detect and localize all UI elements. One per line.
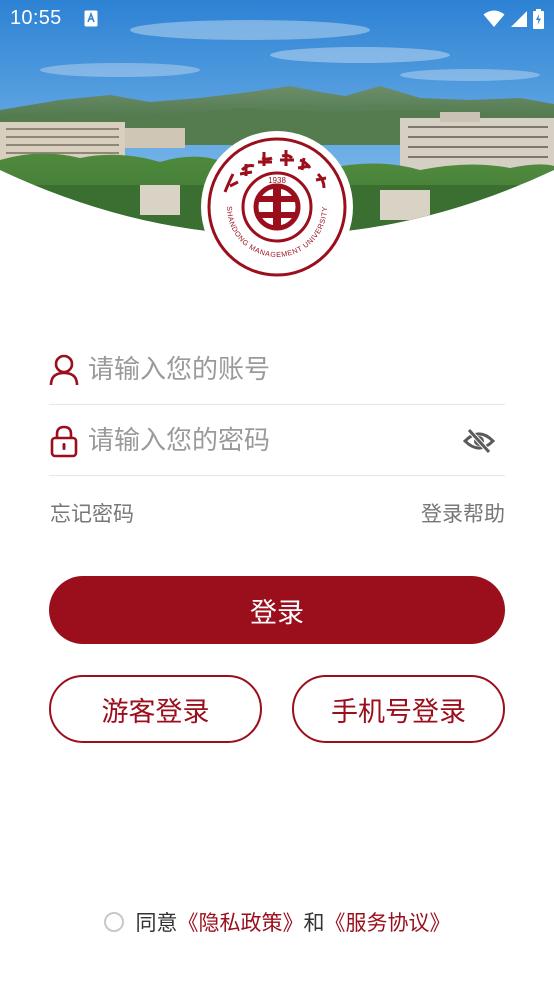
signal-icon [511,11,527,27]
forgot-password-link[interactable]: 忘记密码 [50,498,134,528]
university-logo: 1938 SHANDONG MANAGEMENT UNIVERSITY [201,131,353,283]
phone-login-button[interactable]: 手机号登录 [292,675,505,743]
eye-off-icon[interactable] [459,421,499,461]
user-icon [49,353,79,387]
agree-radio[interactable] [103,912,124,932]
login-help-link[interactable]: 登录帮助 [421,498,505,528]
password-input[interactable] [88,420,459,461]
lock-icon [49,424,79,458]
service-agreement-link[interactable]: 《服务协议》 [325,907,451,937]
university-emblem: 1938 SHANDONG MANAGEMENT UNIVERSITY [200,130,354,284]
status-time: 10:55 [10,7,62,29]
password-field [49,406,505,476]
status-icons [483,8,544,30]
login-links: 忘记密码 登录帮助 [50,497,505,529]
privacy-policy-link[interactable]: 《隐私政策》 [178,907,304,937]
username-field [49,335,505,405]
guest-login-button[interactable]: 游客登录 [49,675,262,743]
wifi-icon [483,10,505,27]
notification-app-icon [84,10,98,27]
username-input[interactable] [88,349,505,390]
agree-text: 同意 [135,911,178,935]
and-text: 和 [303,911,325,935]
agreement-row: 同意 《隐私政策》 和 《服务协议》 [0,905,554,939]
login-button[interactable]: 登录 [49,576,505,644]
battery-icon [533,9,544,29]
status-bar: 10:55 [0,0,554,38]
